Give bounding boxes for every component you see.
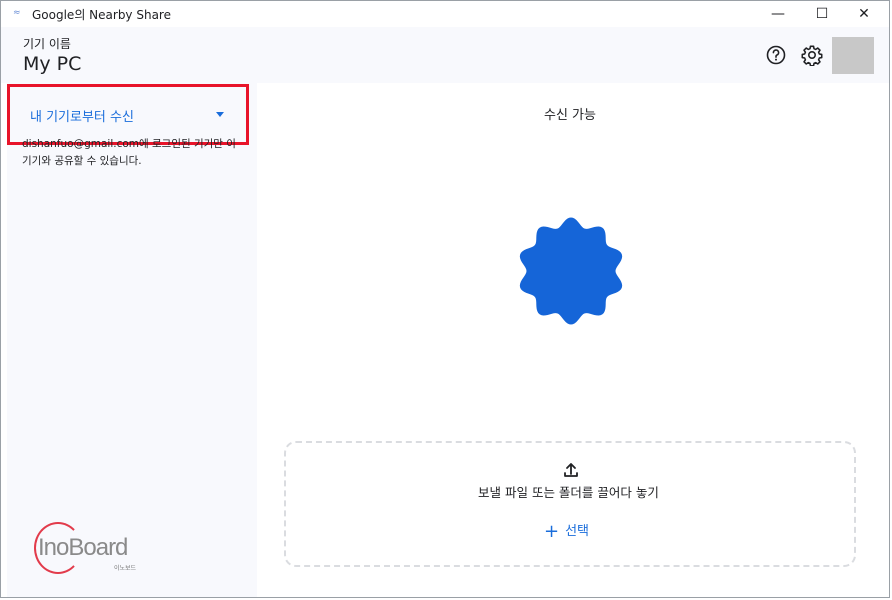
close-button[interactable]: ✕ (843, 1, 885, 27)
minimize-button[interactable]: — (757, 1, 799, 27)
upload-icon (564, 463, 578, 477)
scalloped-blob-icon (519, 217, 623, 325)
title-bar[interactable]: ≈ Google의 Nearby Share — ☐ ✕ (1, 1, 889, 27)
logo-text: InoBoard (38, 534, 128, 561)
drop-zone[interactable] (284, 441, 856, 567)
window-title: Google의 Nearby Share (32, 8, 171, 22)
receive-status: 수신 가능 (544, 108, 596, 123)
maximize-button[interactable]: ☐ (801, 1, 843, 27)
visibility-description: dishanfuo@gmail.com에 로그인된 기기만 이 기기와 공유할 … (22, 138, 236, 167)
device-header: 기기 이름 My PC (1, 27, 889, 83)
device-name[interactable]: My PC (23, 53, 81, 75)
help-circle-icon[interactable] (766, 45, 786, 65)
plus-icon: + (544, 521, 560, 542)
drop-instruction: 보낼 파일 또는 폴더를 끌어다 놓기 (478, 485, 659, 500)
device-name-label: 기기 이름 (23, 37, 71, 51)
nearby-share-icon: ≈ (13, 8, 21, 18)
inoboard-logo: InoBoard 이노보드 (32, 522, 152, 580)
logo-subtext: 이노보드 (114, 565, 137, 572)
select-label: 선택 (565, 524, 590, 539)
gear-icon[interactable] (801, 44, 823, 66)
avatar[interactable] (832, 37, 874, 74)
select-files-button[interactable]: + 선택 (544, 520, 589, 542)
